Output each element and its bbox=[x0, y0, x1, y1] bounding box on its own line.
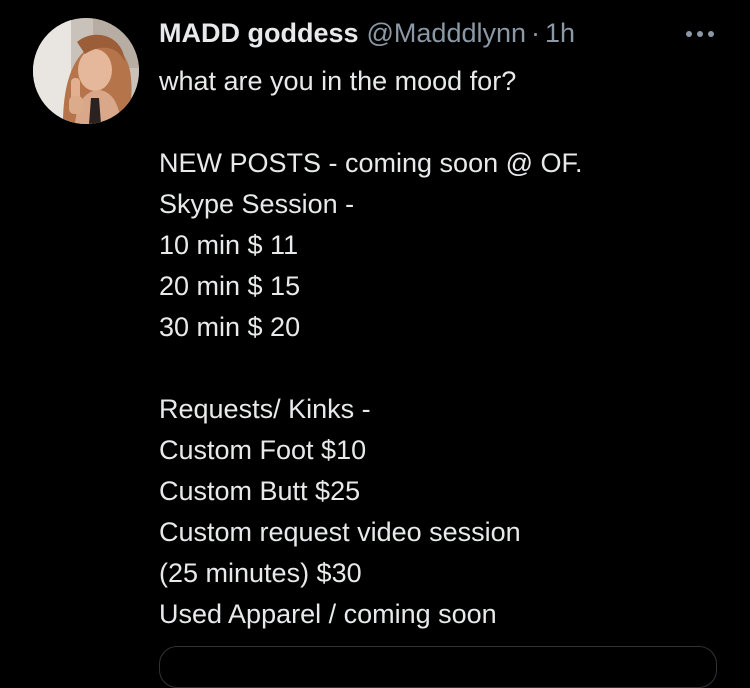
tweet[interactable]: MADD goddess @Madddlynn · 1h what are yo… bbox=[0, 0, 750, 688]
tweet-text-line: (25 minutes) $30 bbox=[159, 558, 362, 588]
embedded-media-card[interactable] bbox=[159, 646, 717, 688]
more-options-button[interactable] bbox=[682, 24, 718, 44]
author-display-name[interactable]: MADD goddess bbox=[159, 15, 359, 51]
avatar[interactable] bbox=[33, 18, 139, 124]
tweet-text-line: 30 min $ 20 bbox=[159, 312, 301, 342]
header-separator: · bbox=[531, 18, 541, 48]
tweet-text-line: 20 min $ 15 bbox=[159, 271, 301, 301]
tweet-text-line: Requests/ Kinks - bbox=[159, 394, 371, 424]
tweet-text-line: 10 min $ 11 bbox=[159, 230, 299, 260]
author-handle[interactable]: @Madddlynn bbox=[367, 15, 527, 51]
tweet-text-line: NEW POSTS - coming soon @ OF. bbox=[159, 148, 583, 178]
tweet-header: MADD goddess @Madddlynn · 1h bbox=[159, 15, 575, 51]
tweet-text-line: what are you in the mood for? bbox=[159, 66, 517, 96]
tweet-text-line: Custom request video session bbox=[159, 517, 521, 547]
tweet-text: what are you in the mood for? NEW POSTS … bbox=[159, 61, 739, 635]
tweet-timestamp[interactable]: 1h bbox=[545, 15, 575, 51]
more-horizontal-icon bbox=[686, 31, 714, 37]
avatar-image bbox=[33, 18, 139, 124]
tweet-text-line: Used Apparel / coming soon bbox=[159, 599, 497, 629]
tweet-text-line: Custom Butt $25 bbox=[159, 476, 361, 506]
tweet-text-line: Skype Session - bbox=[159, 189, 355, 219]
tweet-text-line: Custom Foot $10 bbox=[159, 435, 367, 465]
